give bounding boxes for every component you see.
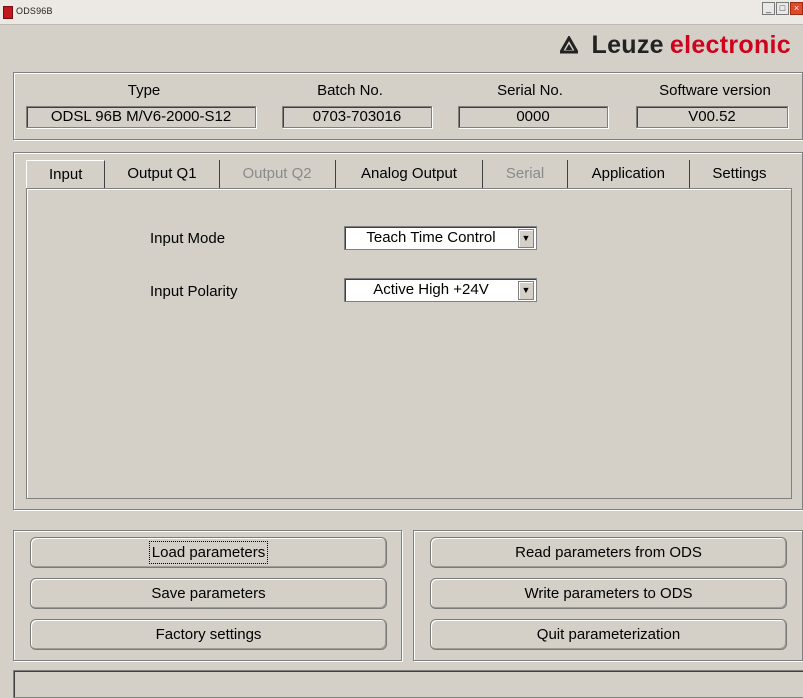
brand-name: Leuze — [591, 30, 664, 59]
tab-serial[interactable]: Serial — [483, 160, 568, 188]
window-controls: _ □ × — [762, 2, 803, 20]
tab-application[interactable]: Application — [568, 160, 690, 188]
read-parameters-button[interactable]: Read parameters from ODS — [430, 537, 787, 568]
tab-input[interactable]: Input — [26, 160, 106, 189]
serial-label: Serial No. — [497, 82, 563, 99]
input-polarity-label: Input Polarity — [150, 283, 238, 300]
read-parameters-label: Read parameters from ODS — [515, 544, 702, 561]
software-label: Software version — [659, 82, 771, 99]
software-field: V00.52 — [636, 106, 788, 128]
input-polarity-select[interactable]: Active High +24V ▼ — [344, 278, 537, 302]
title-bar[interactable]: ODS96B _ □ × — [0, 0, 803, 25]
close-button[interactable]: × — [790, 2, 803, 15]
minimize-button[interactable]: _ — [762, 2, 775, 15]
maximize-button[interactable]: □ — [776, 2, 789, 15]
save-parameters-label: Save parameters — [151, 585, 266, 602]
window-title: ODS96B — [16, 6, 53, 16]
tab-settings[interactable]: Settings — [690, 160, 789, 188]
type-label: Type — [127, 82, 161, 99]
tab-output-q2[interactable]: Output Q2 — [220, 160, 336, 188]
batch-label: Batch No. — [317, 82, 383, 99]
input-polarity-value: Active High +24V — [373, 281, 489, 298]
tab-analog-output[interactable]: Analog Output — [336, 160, 484, 188]
brand-suffix: electronic — [669, 30, 791, 59]
input-mode-value: Teach Time Control — [366, 229, 496, 246]
input-mode-label: Input Mode — [150, 230, 226, 247]
load-parameters-button[interactable]: Load parameters — [30, 537, 387, 568]
tab-strip: Input Output Q1 Output Q2 Analog Output … — [26, 160, 789, 190]
write-parameters-button[interactable]: Write parameters to ODS — [430, 578, 787, 609]
input-mode-select[interactable]: Teach Time Control ▼ — [344, 226, 537, 250]
factory-settings-button[interactable]: Factory settings — [30, 619, 387, 650]
tab-output-q1[interactable]: Output Q1 — [105, 160, 220, 188]
app-icon — [3, 6, 13, 19]
write-parameters-label: Write parameters to ODS — [524, 585, 693, 602]
chevron-down-icon[interactable]: ▼ — [518, 229, 534, 248]
quit-parameterization-label: Quit parameterization — [536, 626, 681, 643]
save-parameters-button[interactable]: Save parameters — [30, 578, 387, 609]
quit-parameterization-button[interactable]: Quit parameterization — [430, 619, 787, 650]
serial-field: 0000 — [458, 106, 608, 128]
leuze-logo-icon — [559, 36, 578, 54]
factory-settings-label: Factory settings — [155, 626, 262, 643]
type-field: ODSL 96B M/V6-2000-S12 — [26, 106, 256, 128]
brand-header: Leuze electronic — [559, 27, 791, 63]
status-bar — [13, 670, 803, 698]
load-parameters-label: Load parameters — [148, 541, 269, 564]
batch-field: 0703-703016 — [282, 106, 432, 128]
chevron-down-icon[interactable]: ▼ — [518, 281, 534, 300]
